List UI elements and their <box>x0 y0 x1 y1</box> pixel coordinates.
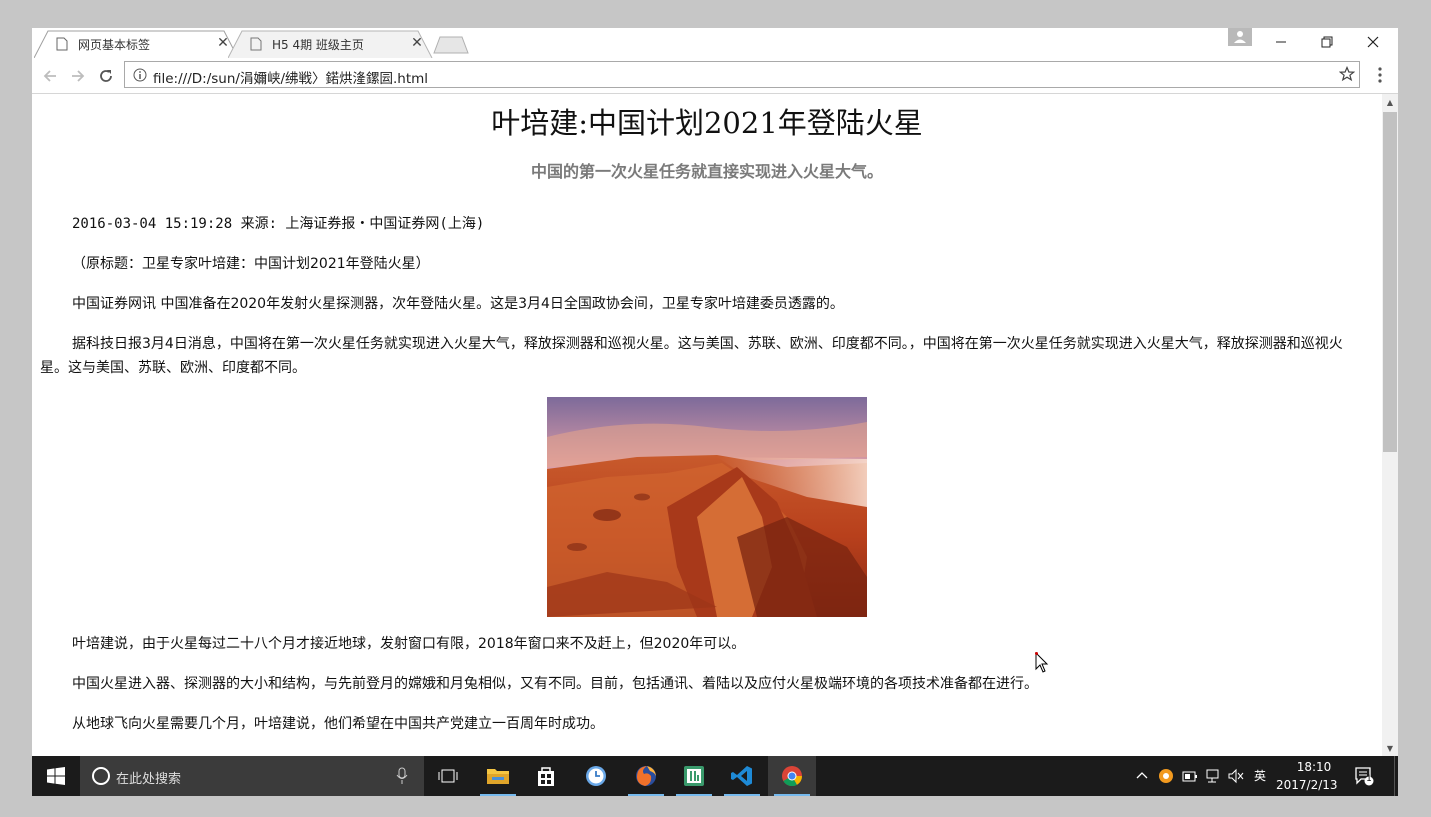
reload-button[interactable] <box>94 64 118 88</box>
show-desktop-button[interactable] <box>1394 756 1398 796</box>
vscode-button[interactable] <box>718 756 766 796</box>
star-icon[interactable] <box>1339 66 1355 82</box>
info-icon[interactable] <box>133 68 147 82</box>
store-bag-icon <box>538 767 554 786</box>
person-icon <box>1234 31 1246 43</box>
tab-inactive[interactable]: H5 4期 班级主页 ✕ <box>228 30 434 58</box>
clock-icon <box>586 766 606 786</box>
action-center-button[interactable]: 1 <box>1354 766 1374 786</box>
forward-button[interactable] <box>66 64 90 88</box>
article-subtitle: 中国的第一次火星任务就直接实现进入火星大气。 <box>530 162 883 181</box>
microphone-icon[interactable] <box>396 767 408 785</box>
paragraph: 从地球飞向火星需要几个月，叶培建说，他们希望在中国共产党建立一百周年时成功。 <box>72 716 604 732</box>
windows-logo-icon <box>47 767 65 785</box>
firefox-icon <box>636 766 656 786</box>
original-title: （原标题：卫星专家叶培建：中国计划2021年登陆火星） <box>72 256 430 272</box>
paragraph: 叶培建说，由于火星每过二十八个月才接近地球，发射窗口有限，2018年窗口来不及赶… <box>72 636 746 652</box>
close-icon[interactable]: ✕ <box>410 36 424 50</box>
article-meta: 2016-03-04 15:19:28 来源: 上海证券报・中国证券网(上海) <box>72 216 485 232</box>
folder-icon <box>487 769 509 784</box>
chrome-icon <box>782 766 803 787</box>
page-icon <box>56 37 68 51</box>
taskbar-search-box[interactable]: 在此处搜索 <box>80 756 424 796</box>
minimize-button[interactable] <box>1258 28 1304 56</box>
page-viewport: 叶培建:中国计划2021年登陆火星 中国的第一次火星任务就直接实现进入火星大气。… <box>32 94 1382 756</box>
start-button[interactable] <box>32 756 80 796</box>
minimize-icon <box>1276 41 1286 43</box>
chevron-up-icon[interactable] <box>1136 770 1148 780</box>
paragraph: 据科技日报3月4日消息，中国将在第一次火星任务就实现进入火星大气，释放探测器和巡… <box>40 336 1343 376</box>
title-bar: 网页基本标签 ✕ H5 4期 班级主页 ✕ <box>32 28 1398 58</box>
ime-indicator[interactable]: 英 <box>1254 767 1266 784</box>
profile-button[interactable] <box>1228 28 1252 46</box>
scroll-up-arrow-icon[interactable]: ▲ <box>1382 94 1398 110</box>
tab-title: 网页基本标签 <box>78 38 151 52</box>
article-title: 叶培建:中国计划2021年登陆火星 <box>491 106 923 140</box>
editor-app-button[interactable] <box>670 756 718 796</box>
scroll-down-arrow-icon[interactable]: ▼ <box>1382 740 1398 756</box>
windows-taskbar: 在此处搜索 英 18:10 2017/2/13 1 <box>32 756 1398 796</box>
new-tab-button[interactable] <box>432 36 470 54</box>
clock-time[interactable]: 18:10 <box>1294 760 1334 774</box>
tab-active[interactable]: 网页基本标签 ✕ <box>34 30 240 58</box>
paragraph: 中国证券网讯 中国准备在2020年发射火星探测器，次年登陆火星。这是3月4日全国… <box>72 296 844 312</box>
firefox-button[interactable] <box>622 756 670 796</box>
arrow-left-icon <box>43 70 56 82</box>
cortana-icon <box>92 767 110 785</box>
arrow-right-icon <box>72 70 85 82</box>
restore-icon <box>1321 36 1333 48</box>
task-view-icon <box>438 769 458 783</box>
clock-app-button[interactable] <box>572 756 620 796</box>
volume-muted-icon[interactable] <box>1228 768 1244 784</box>
paragraph: 中国火星进入器、探测器的大小和结构，与先前登月的嫦娥和月兔相似，又有不同。目前，… <box>72 676 1038 692</box>
network-icon[interactable] <box>1206 768 1222 784</box>
more-menu-icon[interactable] <box>1374 66 1386 84</box>
chrome-button[interactable] <box>768 756 816 796</box>
battery-icon[interactable] <box>1182 768 1198 784</box>
close-window-button[interactable] <box>1350 28 1396 56</box>
search-placeholder: 在此处搜索 <box>116 772 182 787</box>
store-button[interactable] <box>522 756 570 796</box>
browser-window: 网页基本标签 ✕ H5 4期 班级主页 ✕ file:///D:/sun/涓嬭峡… <box>32 28 1398 796</box>
notification-count: 1 <box>1366 774 1372 784</box>
page-icon <box>250 37 262 51</box>
tab-title: H5 4期 班级主页 <box>272 38 364 52</box>
reload-icon <box>100 70 112 82</box>
browser-toolbar: file:///D:/sun/涓嬭峡/绋戦〉鍩烘湰鏍囩.html <box>32 58 1398 94</box>
address-bar[interactable]: file:///D:/sun/涓嬭峡/绋戦〉鍩烘湰鏍囩.html <box>124 61 1360 88</box>
tray-app-icon[interactable] <box>1158 768 1174 784</box>
close-icon <box>1367 36 1379 48</box>
vertical-scrollbar[interactable]: ▲ ▼ <box>1382 94 1398 756</box>
restore-button[interactable] <box>1304 28 1350 56</box>
editor-app-icon <box>684 766 704 786</box>
url-text: file:///D:/sun/涓嬭峡/绋戦〉鍩烘湰鏍囩.html <box>153 71 429 87</box>
vscode-icon <box>731 766 752 786</box>
scrollbar-thumb[interactable] <box>1383 112 1397 452</box>
mars-landscape-image <box>547 397 867 617</box>
task-view-button[interactable] <box>424 756 472 796</box>
file-explorer-button[interactable] <box>474 756 522 796</box>
mars-landscape-picture <box>547 397 867 617</box>
mouse-cursor-icon <box>1035 652 1049 673</box>
clock-date[interactable]: 2017/2/13 <box>1276 778 1338 792</box>
back-button[interactable] <box>38 64 62 88</box>
